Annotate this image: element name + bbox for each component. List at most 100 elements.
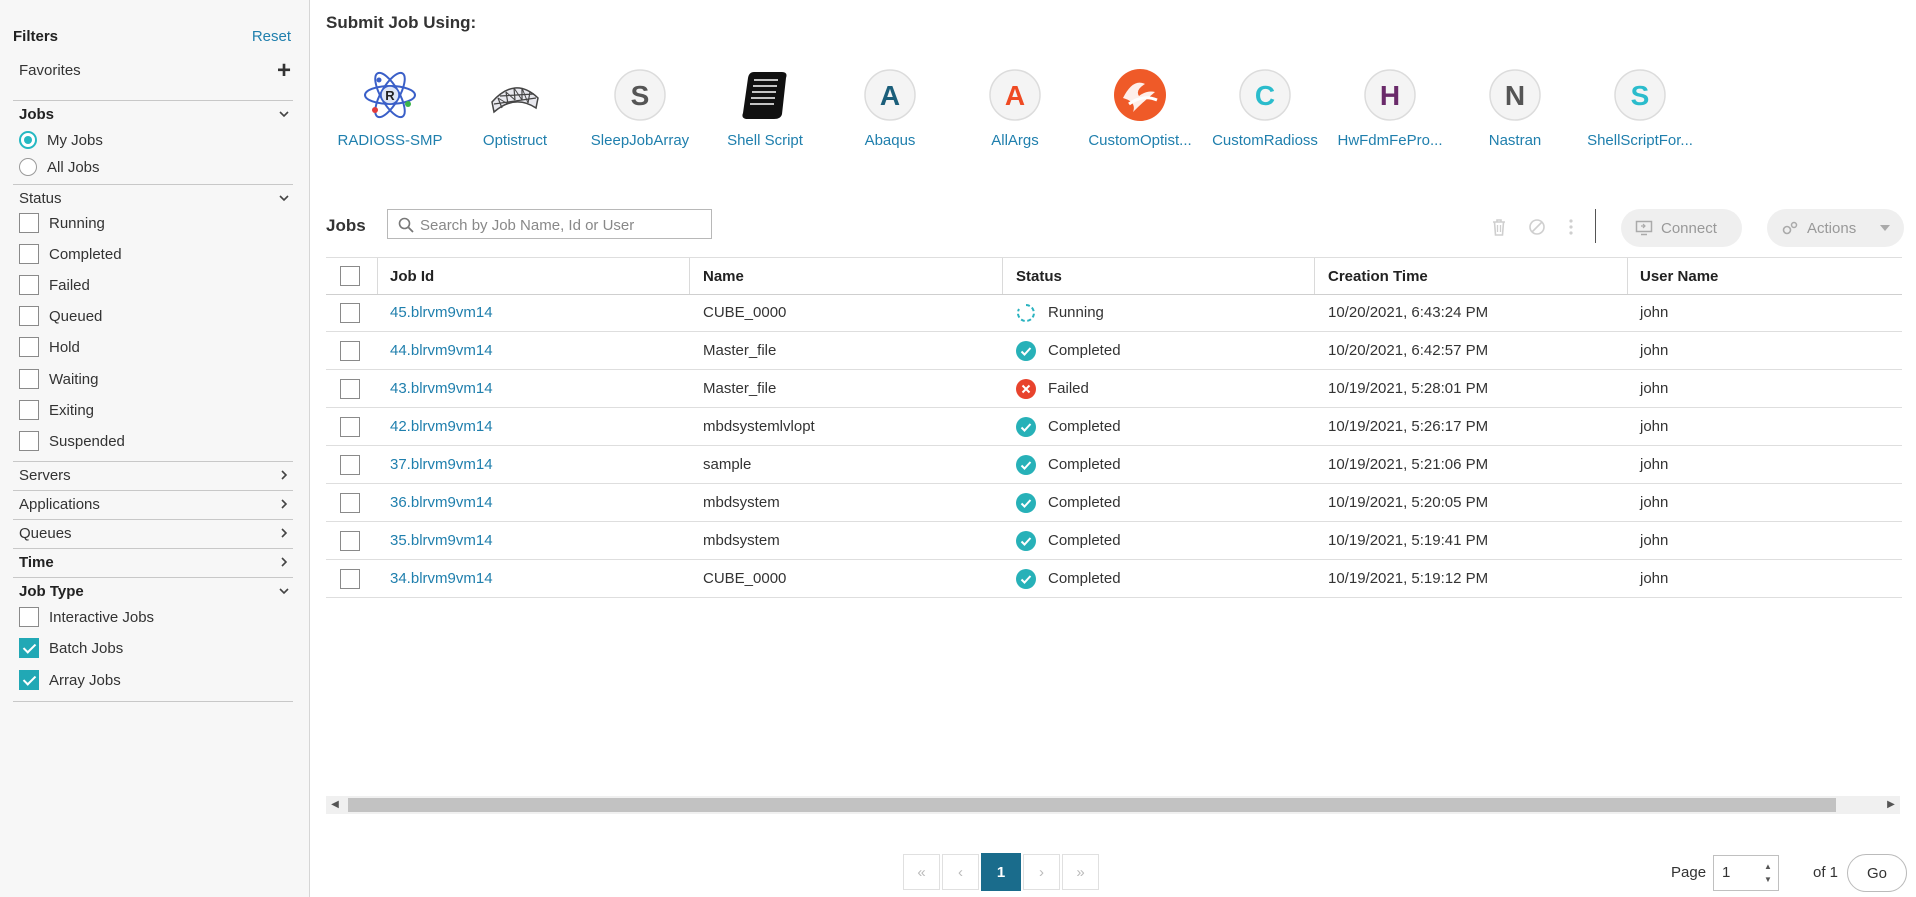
divider (13, 548, 293, 549)
app-customoptistruct[interactable]: CustomOptist... (1080, 68, 1200, 158)
table-row[interactable]: 36.blrvm9vm14 mbdsystem Completed 10/19/202… (326, 484, 1902, 522)
table-row[interactable]: 35.blrvm9vm14 mbdsystem Completed 10/19/202… (326, 522, 1902, 560)
job-id-link[interactable]: 44.blrvm9vm14 (390, 332, 493, 369)
app-sleepjobarray[interactable]: S SleepJobArray (580, 68, 700, 158)
servers-filter-header[interactable]: Servers (19, 467, 291, 487)
favorites-row[interactable]: Favorites + (19, 57, 291, 84)
app-shell-script[interactable]: Shell Script (705, 68, 825, 158)
queues-filter-header[interactable]: Queues (19, 525, 291, 545)
checkbox-checked[interactable] (19, 670, 39, 690)
radio-my-jobs[interactable]: My Jobs (19, 129, 103, 151)
row-checkbox[interactable] (340, 416, 360, 437)
job-type-array[interactable]: Array Jobs (19, 669, 121, 691)
job-id-link[interactable]: 43.blrvm9vm14 (390, 370, 493, 407)
add-favorite-icon[interactable]: + (277, 57, 291, 85)
app-customradioss[interactable]: C CustomRadioss (1205, 68, 1325, 158)
app-radioss-smp[interactable]: R RADIOSS-SMP (330, 68, 450, 158)
app-abaqus[interactable]: A Abaqus (830, 68, 950, 158)
scroll-left-icon[interactable]: ◀ (328, 798, 342, 812)
column-header-status[interactable]: Status (1016, 258, 1062, 294)
checkbox[interactable] (19, 400, 39, 420)
last-page-button[interactable]: » (1062, 854, 1099, 890)
horizontal-scrollbar[interactable]: ◀ ▶ (326, 796, 1900, 814)
table-row[interactable]: 42.blrvm9vm14 mbdsystemlvlopt Completed 10/… (326, 408, 1902, 446)
column-header-user-name[interactable]: User Name (1640, 258, 1718, 294)
job-type-filter-header[interactable]: Job Type (19, 583, 291, 603)
row-checkbox[interactable] (340, 340, 360, 361)
cancel-job-icon[interactable] (1528, 217, 1546, 237)
table-row[interactable]: 44.blrvm9vm14 Master_file Completed 10/20/2… (326, 332, 1902, 370)
delete-icon[interactable] (1490, 217, 1508, 237)
checkbox[interactable] (19, 306, 39, 326)
table-row[interactable]: 37.blrvm9vm14 sample Completed 10/19/2021, … (326, 446, 1902, 484)
status-option-waiting[interactable]: Waiting (19, 368, 98, 390)
reset-link[interactable]: Reset (252, 28, 291, 45)
page-number-input[interactable]: ▲▼ (1713, 855, 1779, 891)
scroll-right-icon[interactable]: ▶ (1884, 798, 1898, 812)
radio-button[interactable] (19, 158, 37, 176)
status-option-failed[interactable]: Failed (19, 274, 90, 296)
job-id-link[interactable]: 36.blrvm9vm14 (390, 484, 493, 521)
applications-filter-header[interactable]: Applications (19, 496, 291, 516)
table-row[interactable]: 45.blrvm9vm14 CUBE_0000 Running 10/20/2021,… (326, 294, 1902, 332)
page-stepper[interactable]: ▲ ▼ (1764, 860, 1774, 886)
job-id-link[interactable]: 35.blrvm9vm14 (390, 522, 493, 559)
search-input[interactable] (418, 214, 707, 236)
app-nastran[interactable]: N Nastran (1455, 68, 1575, 158)
status-option-completed[interactable]: Completed (19, 243, 122, 265)
page-number-field[interactable] (1720, 863, 1764, 882)
job-id-link[interactable]: 37.blrvm9vm14 (390, 446, 493, 483)
status-option-running[interactable]: Running (19, 212, 105, 234)
app-allargs[interactable]: A AllArgs (955, 68, 1075, 158)
row-checkbox[interactable] (340, 378, 360, 399)
select-all-checkbox[interactable] (340, 266, 360, 286)
column-header-creation-time[interactable]: Creation Time (1328, 258, 1428, 294)
job-id-link[interactable]: 45.blrvm9vm14 (390, 294, 493, 331)
checkbox[interactable] (19, 431, 39, 451)
job-type-interactive[interactable]: Interactive Jobs (19, 606, 154, 628)
more-vertical-icon[interactable] (1562, 217, 1580, 237)
row-checkbox[interactable] (340, 492, 360, 513)
status-option-queued[interactable]: Queued (19, 305, 102, 327)
stepper-down-icon[interactable]: ▼ (1764, 873, 1774, 886)
checkbox[interactable] (19, 337, 39, 357)
jobs-filter-header[interactable]: Jobs (19, 106, 291, 126)
status-option-suspended[interactable]: Suspended (19, 430, 125, 452)
radio-button[interactable] (19, 131, 37, 149)
row-checkbox[interactable] (340, 454, 360, 475)
table-row[interactable]: 34.blrvm9vm14 CUBE_0000 Completed 10/19/202… (326, 560, 1902, 598)
table-row[interactable]: 43.blrvm9vm14 Master_file Failed 10/19/2021… (326, 370, 1902, 408)
checkbox-checked[interactable] (19, 638, 39, 658)
checkbox[interactable] (19, 244, 39, 264)
status-option-exiting[interactable]: Exiting (19, 399, 94, 421)
checkbox[interactable] (19, 275, 39, 295)
stepper-up-icon[interactable]: ▲ (1764, 860, 1774, 873)
search-box[interactable] (387, 209, 712, 239)
first-page-button[interactable]: « (903, 854, 940, 890)
actions-button[interactable]: Actions (1767, 209, 1904, 247)
row-checkbox[interactable] (340, 568, 360, 589)
app-hwfdmfepro[interactable]: H HwFdmFePro... (1330, 68, 1450, 158)
connect-button[interactable]: Connect (1621, 209, 1742, 247)
checkbox[interactable] (19, 607, 39, 627)
row-checkbox[interactable] (340, 530, 360, 551)
app-shellscriptfor[interactable]: S ShellScriptFor... (1580, 68, 1700, 158)
go-button[interactable]: Go (1847, 854, 1907, 892)
status-filter-header[interactable]: Status (19, 190, 291, 210)
checkbox[interactable] (19, 213, 39, 233)
page-1-button[interactable]: 1 (981, 853, 1021, 891)
next-page-button[interactable]: › (1023, 854, 1060, 890)
column-header-name[interactable]: Name (703, 258, 744, 294)
job-id-link[interactable]: 34.blrvm9vm14 (390, 560, 493, 597)
scrollbar-thumb[interactable] (348, 798, 1836, 812)
checkbox[interactable] (19, 369, 39, 389)
status-option-hold[interactable]: Hold (19, 336, 80, 358)
row-checkbox[interactable] (340, 302, 360, 323)
prev-page-button[interactable]: ‹ (942, 854, 979, 890)
radio-all-jobs[interactable]: All Jobs (19, 156, 100, 178)
job-type-batch[interactable]: Batch Jobs (19, 637, 123, 659)
job-id-link[interactable]: 42.blrvm9vm14 (390, 408, 493, 445)
app-optistruct[interactable]: Optistruct (455, 68, 575, 158)
column-header-job-id[interactable]: Job Id (390, 258, 434, 294)
time-filter-header[interactable]: Time (19, 554, 291, 574)
